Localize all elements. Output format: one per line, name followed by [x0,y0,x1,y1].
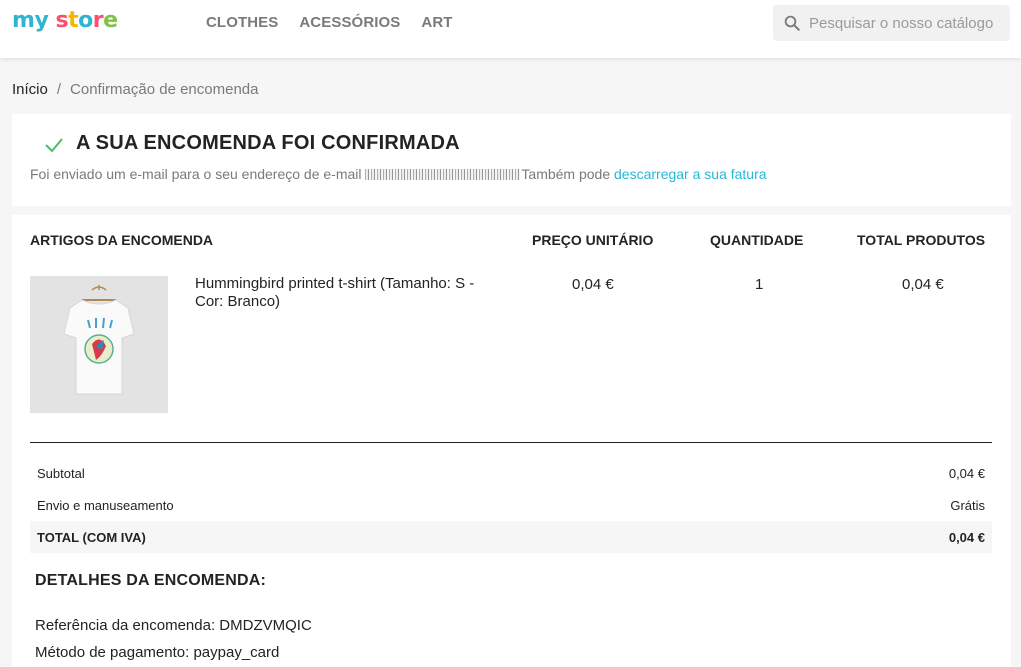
download-invoice-link[interactable]: descarregar a sua fatura [614,166,767,182]
logo-letter: y [34,8,49,33]
confirmation-message: Foi enviado um e-mail para o seu endereç… [30,166,767,182]
total-label: TOTAL (COM IVA) [37,530,146,545]
shipping-row: Envio e manuseamento Grátis [30,489,992,521]
breadcrumb-current: Confirmação de encomenda [70,81,259,98]
redacted-email [365,169,521,180]
search-icon[interactable] [783,14,801,32]
total-row: TOTAL (COM IVA) 0,04 € [30,521,992,553]
subtotal-label: Subtotal [37,466,85,481]
logo-letter: o [78,8,93,33]
product-name[interactable]: Hummingbird printed t-shirt (Tamanho: S … [195,275,505,311]
order-card: ARTIGOS DA ENCOMENDA PREÇO UNITÁRIO QUAN… [12,215,1011,667]
logo-letter: e [103,8,118,33]
confirmation-text-after: Também pode [521,166,615,182]
confirmation-text-before: Foi enviado um e-mail para o seu endereç… [30,166,366,182]
divider [30,442,992,443]
site-header: my store CLOTHES ACESSÓRIOS ART [0,0,1021,58]
order-details-title: DETALHES DA ENCOMENDA: [35,572,267,589]
confirmation-title: A SUA ENCOMENDA FOI CONFIRMADA [76,132,460,154]
store-logo[interactable]: my store [12,8,118,33]
subtotal-value: 0,04 € [948,466,985,481]
order-reference: Referência da encomenda: DMDZVMQIC [35,617,312,634]
breadcrumb-separator: / [56,81,62,98]
payment-method: Método de pagamento: paypay_card [35,644,280,661]
search-box [773,5,1010,41]
confirmation-card: A SUA ENCOMENDA FOI CONFIRMADA Foi envia… [12,114,1011,206]
subtotal-row: Subtotal 0,04 € [30,457,992,489]
main-nav: CLOTHES ACESSÓRIOS ART [206,14,453,31]
logo-letter: t [68,8,79,33]
breadcrumb: Início / Confirmação de encomenda [12,81,258,98]
logo-letter: s [55,8,69,33]
logo-letter [48,8,55,33]
product-unit-price: 0,04 € [572,276,614,293]
shipping-label: Envio e manuseamento [37,498,174,513]
product-total: 0,04 € [902,276,944,293]
column-header-total: TOTAL PRODUTOS [857,232,986,248]
column-header-quantity: QUANTIDADE [710,232,804,248]
search-input[interactable] [809,5,1004,41]
shipping-value: Grátis [950,498,985,513]
column-header-unit-price: PREÇO UNITÁRIO [532,232,654,248]
check-icon [45,138,63,153]
breadcrumb-home[interactable]: Início [12,81,48,98]
nav-item-accessories[interactable]: ACESSÓRIOS [299,14,400,31]
product-quantity: 1 [755,276,764,293]
tshirt-image [30,276,168,413]
product-image[interactable] [30,276,168,413]
logo-letter: r [92,8,104,33]
total-value: 0,04 € [948,530,985,545]
column-header-items: ARTIGOS DA ENCOMENDA [30,232,214,248]
logo-letter: m [12,8,35,33]
nav-item-art[interactable]: ART [421,14,452,31]
nav-item-clothes[interactable]: CLOTHES [206,14,278,31]
